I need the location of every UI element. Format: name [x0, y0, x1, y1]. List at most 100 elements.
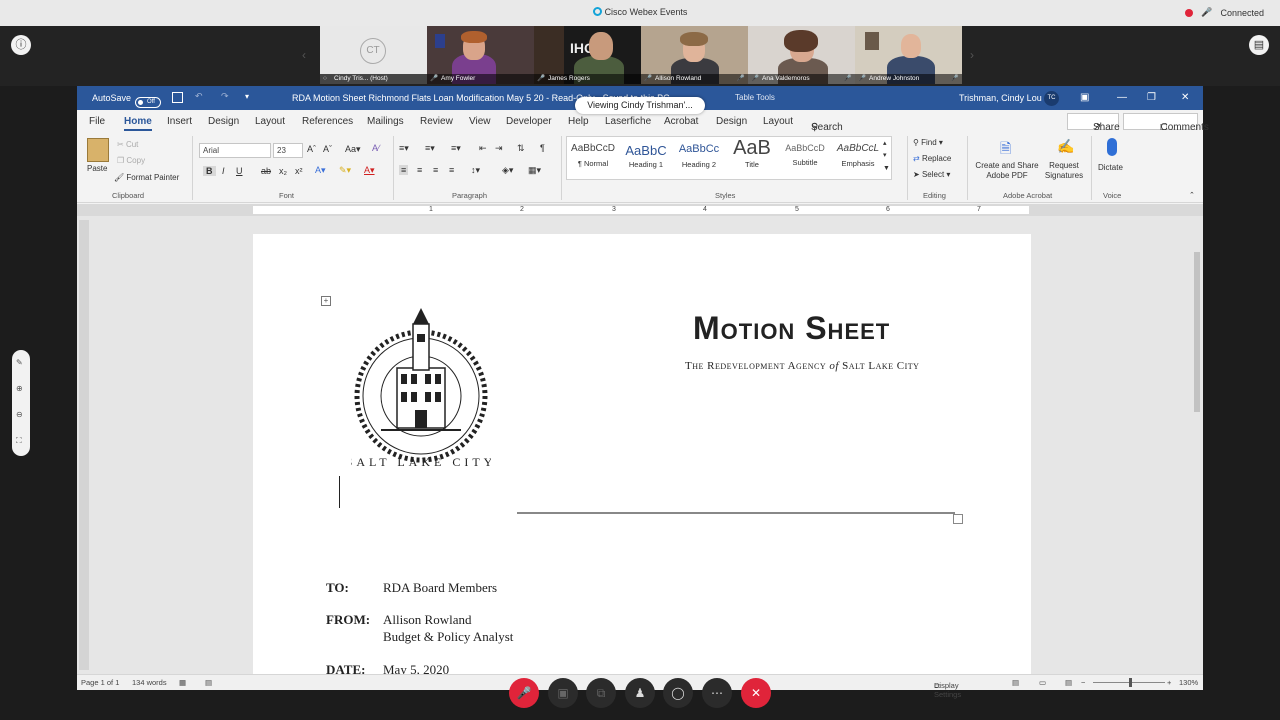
font-color-icon[interactable]: A▾ — [364, 165, 375, 176]
grow-font-icon[interactable]: Aˆ — [307, 144, 316, 154]
participant-tile[interactable]: 🎤 Allison Rowland 🎤 — [641, 26, 748, 84]
minimize-icon[interactable]: — — [1117, 92, 1127, 103]
font-name-select[interactable]: Arial — [199, 143, 271, 158]
line-spacing-icon[interactable]: ↕▾ — [471, 165, 480, 176]
decrease-indent-icon[interactable]: ⇤ — [479, 143, 487, 154]
justify-icon[interactable]: ≡ — [449, 165, 454, 175]
more-options-button[interactable]: ⋯ — [702, 678, 732, 708]
tab-help[interactable]: Help — [568, 116, 589, 127]
tab-table-design[interactable]: Design — [716, 116, 747, 127]
redo-icon[interactable]: ↷ — [221, 91, 229, 102]
sort-icon[interactable]: ⇅ — [517, 143, 525, 154]
style-normal[interactable]: AaBbCcD ¶ Normal — [568, 137, 618, 175]
text-effects-icon[interactable]: A▾ — [315, 165, 326, 176]
tab-laserfiche[interactable]: Laserfiche — [605, 116, 651, 127]
customize-toolbar-icon[interactable]: ▾ — [245, 92, 249, 101]
user-name[interactable]: Trishman, Cindy Lou — [959, 93, 1042, 103]
style-subtitle[interactable]: AaBbCcD Subtitle — [780, 137, 830, 175]
style-title[interactable]: AaB Title — [727, 137, 777, 175]
participant-tile[interactable]: 🎤 Amy Fowler — [427, 26, 534, 84]
tab-home[interactable]: Home — [124, 116, 152, 131]
table-resize-handle-icon[interactable] — [953, 514, 963, 524]
scrollbar-thumb[interactable] — [1194, 252, 1200, 412]
font-size-select[interactable]: 23 — [273, 143, 303, 158]
highlight-icon[interactable]: ✎▾ — [339, 165, 351, 176]
autosave-control[interactable]: AutoSave Off — [92, 93, 162, 108]
zoom-out-icon[interactable]: ⊖ — [16, 410, 23, 419]
change-case-icon[interactable]: Aa▾ — [345, 144, 361, 155]
participant-tile[interactable]: 🎤 Andrew Johnston 🎤 — [855, 26, 962, 84]
strikethrough-button[interactable]: ab — [261, 166, 271, 176]
pen-icon[interactable]: ✎ — [16, 358, 23, 367]
bold-button[interactable]: B — [203, 166, 216, 176]
vertical-ruler[interactable] — [79, 220, 89, 670]
style-heading-1[interactable]: AaBbC Heading 1 — [621, 137, 671, 175]
select-button[interactable]: ➤ Select ▾ — [913, 170, 950, 179]
numbering-icon[interactable]: ≡▾ — [425, 143, 435, 154]
paste-button[interactable]: Paste — [87, 164, 107, 173]
vertical-scrollbar[interactable] — [1191, 216, 1203, 674]
styles-more-icon[interactable]: ▼ — [883, 165, 890, 172]
tab-review[interactable]: Review — [420, 116, 453, 127]
align-right-icon[interactable]: ≡ — [433, 165, 438, 175]
paste-icon[interactable] — [87, 138, 109, 162]
align-center-icon[interactable]: ≡ — [417, 165, 422, 175]
tab-developer[interactable]: Developer — [506, 116, 552, 127]
collapse-ribbon-icon[interactable]: ⌃ — [1189, 191, 1195, 199]
participant-tile[interactable]: CT ○ Cindy Tris... (Host) — [320, 26, 427, 84]
create-share-pdf-button[interactable]: Create and Share Adobe PDF — [973, 161, 1041, 181]
horizontal-ruler[interactable]: 1 2 3 4 5 6 7 — [77, 204, 1203, 216]
increase-indent-icon[interactable]: ⇥ — [495, 143, 503, 154]
multilevel-list-icon[interactable]: ≡▾ — [451, 143, 461, 154]
tab-file[interactable]: File — [89, 116, 105, 127]
copy-button[interactable]: ❐ Copy — [117, 156, 145, 165]
dictate-button[interactable]: Dictate — [1098, 163, 1123, 172]
tab-insert[interactable]: Insert — [167, 116, 192, 127]
tab-view[interactable]: View — [469, 116, 491, 127]
mute-button[interactable]: 🎤 — [509, 678, 539, 708]
share-content-button[interactable]: ⧉ — [586, 678, 616, 708]
italic-button[interactable]: I — [222, 166, 225, 176]
tab-mailings[interactable]: Mailings — [367, 116, 404, 127]
borders-icon[interactable]: ▦▾ — [528, 165, 541, 176]
chat-panel-icon[interactable]: ▤ — [1249, 35, 1269, 55]
autosave-toggle[interactable]: Off — [135, 97, 162, 108]
scroll-left-icon[interactable]: ‹ — [302, 48, 306, 62]
underline-button[interactable]: U — [236, 166, 243, 176]
undo-icon[interactable]: ↶ — [195, 91, 203, 102]
styles-scroll-down-icon[interactable]: ▾ — [883, 151, 887, 159]
clear-formatting-icon[interactable]: A∕ — [372, 143, 380, 153]
tab-design[interactable]: Design — [208, 116, 239, 127]
format-painter-button[interactable]: 🖌 Format Painter — [114, 173, 179, 182]
participant-tile[interactable]: IHO 🎤 James Rogers — [534, 26, 641, 84]
fit-screen-icon[interactable]: ⛶ — [16, 436, 22, 446]
request-signatures-button[interactable]: Request Signatures — [1043, 161, 1085, 181]
document-page[interactable]: + SALT LAKE CITY Motion Sheet The Redeve… — [253, 234, 1031, 674]
align-left-icon[interactable]: ≡ — [399, 165, 409, 175]
avatar[interactable]: TC — [1044, 91, 1059, 106]
info-icon[interactable]: ⓘ — [11, 35, 31, 55]
subscript-button[interactable]: x₂ — [279, 166, 287, 176]
leave-meeting-button[interactable]: ✕ — [741, 678, 771, 708]
bullets-icon[interactable]: ≡▾ — [399, 143, 409, 154]
style-emphasis[interactable]: AaBbCcL Emphasis — [833, 137, 883, 175]
tab-references[interactable]: References — [302, 116, 353, 127]
ribbon-display-icon[interactable]: ▣ — [1080, 92, 1089, 103]
video-button[interactable]: ▣ — [548, 678, 578, 708]
table-move-handle-icon[interactable]: + — [321, 296, 331, 306]
save-icon[interactable] — [172, 92, 183, 103]
style-heading-2[interactable]: AaBbCc Heading 2 — [674, 137, 724, 175]
cut-button[interactable]: ✂ Cut — [117, 140, 138, 149]
superscript-button[interactable]: x² — [295, 166, 303, 176]
restore-icon[interactable]: ❐ — [1147, 92, 1156, 103]
shading-icon[interactable]: ◈▾ — [502, 165, 513, 176]
tab-acrobat[interactable]: Acrobat — [664, 116, 698, 127]
comments-button[interactable]: □ Comments — [1123, 113, 1209, 133]
close-icon[interactable]: ✕ — [1181, 92, 1189, 103]
zoom-in-icon[interactable]: ⊕ — [16, 384, 23, 393]
show-formatting-icon[interactable]: ¶ — [540, 143, 545, 153]
participants-button[interactable]: ♟ — [625, 678, 655, 708]
shrink-font-icon[interactable]: Aˇ — [323, 144, 332, 154]
chat-button[interactable]: ◯ — [663, 678, 693, 708]
find-button[interactable]: ⚲ Find ▾ — [913, 138, 943, 147]
